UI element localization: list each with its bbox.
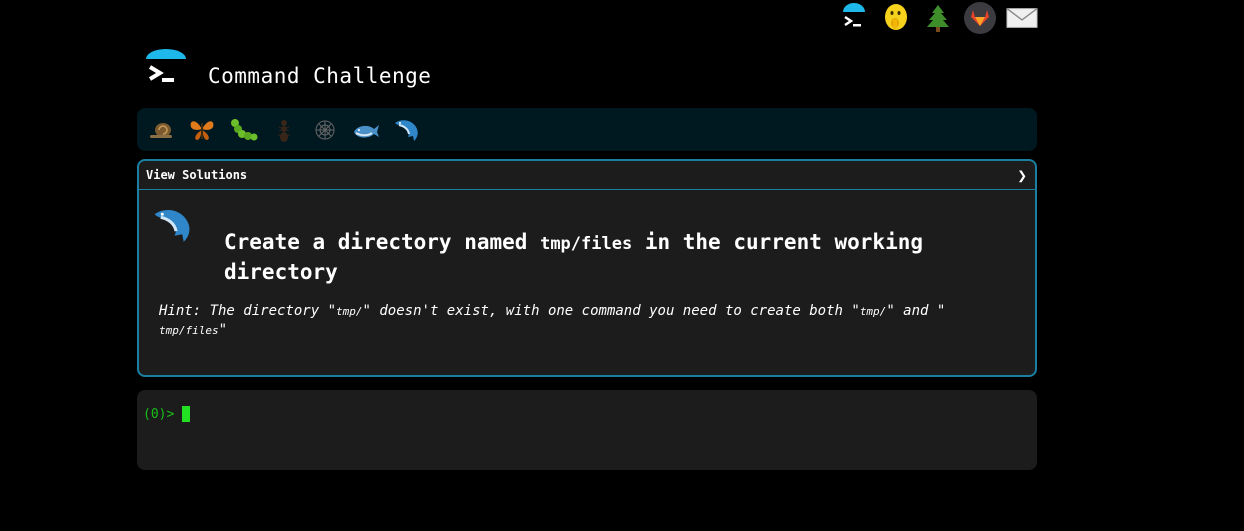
top-icon-bar <box>838 0 1038 36</box>
hint-code: tmp/ <box>859 305 887 318</box>
caterpillar-icon[interactable] <box>225 113 260 147</box>
logo-icon[interactable] <box>142 47 190 95</box>
shush-face-icon[interactable] <box>880 2 912 34</box>
hint-code: tmp/files <box>159 324 219 337</box>
hint-text: " <box>218 322 228 338</box>
question-code: tmp/files <box>540 234 633 254</box>
terminal-cursor <box>182 406 191 422</box>
ant-icon[interactable] <box>266 113 301 147</box>
whale-icon[interactable] <box>348 113 383 147</box>
hint-code: tmp/ <box>336 305 363 318</box>
view-solutions-toggle[interactable]: View Solutions ❯ <box>139 161 1035 190</box>
spider-web-icon[interactable] <box>307 113 342 147</box>
dolphin-icon <box>150 202 196 252</box>
hint-text: " doesn't exist, with one command you ne… <box>362 303 860 319</box>
challenge-hint: Hint: The directory "tmp/" doesn't exist… <box>159 302 979 340</box>
hint-text: " and " <box>886 303 946 319</box>
hint-text: Hint: The directory " <box>159 303 337 319</box>
gitlab-icon[interactable] <box>964 2 996 34</box>
butterfly-icon[interactable] <box>184 113 219 147</box>
tree-icon[interactable] <box>922 2 954 34</box>
snail-icon[interactable] <box>143 113 178 147</box>
mail-icon[interactable] <box>1006 2 1038 34</box>
header: Command Challenge <box>142 46 431 96</box>
cmdchallenge-icon[interactable] <box>838 2 870 34</box>
terminal-prompt: (0)> <box>143 407 175 422</box>
level-selector <box>137 108 1037 151</box>
terminal[interactable]: (0)> <box>137 390 1037 470</box>
question-text: Create a directory named <box>224 230 541 254</box>
page-title[interactable]: Command Challenge <box>208 54 431 88</box>
challenge-question: Create a directory named tmp/files in th… <box>224 228 984 286</box>
view-solutions-label: View Solutions <box>146 168 248 182</box>
chevron-right-icon: ❯ <box>1017 165 1027 185</box>
dolphin-icon[interactable] <box>389 113 424 147</box>
challenge-card: View Solutions ❯ Create a directory name… <box>137 159 1037 377</box>
